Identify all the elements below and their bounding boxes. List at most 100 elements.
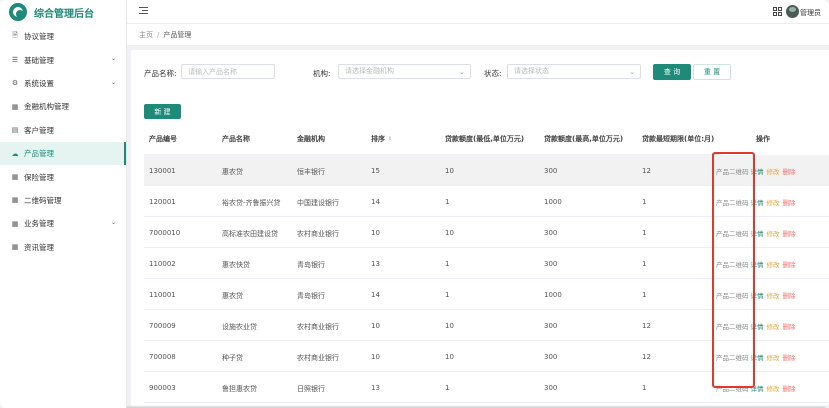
table-cell-min: 10	[445, 353, 454, 361]
delete-link[interactable]: 删除	[783, 385, 796, 393]
search-button[interactable]: 查 询	[653, 64, 691, 80]
sidebar-item[interactable]: 🗎 协议管理	[0, 25, 126, 48]
column-header: 贷款额度(最高,单位万元)	[544, 134, 623, 144]
new-product-button[interactable]: 新 建	[144, 104, 181, 119]
column-header: 贷款额度(最低,单位万元)	[445, 134, 524, 144]
briefcase-icon: ▦	[11, 219, 19, 228]
table-cell-name: 裕农贷-齐鲁振兴贷	[222, 199, 281, 207]
table-cell-min: 1	[445, 198, 450, 206]
table-cell-min: 1	[445, 260, 450, 268]
table-cell-name: 鲁担惠农贷	[222, 385, 257, 393]
filter-bar: 产品名称: 机构: 请选择金融机构 ⌄ 状态: 请选择状态 ⌄ 查 询 重 置	[131, 62, 829, 82]
table-cell-institution: 青岛银行	[297, 261, 325, 269]
avatar[interactable]	[786, 5, 799, 18]
sidebar-item-label: 二维码管理	[24, 195, 62, 205]
sidebar-item[interactable]: ▤ 客户管理	[0, 119, 126, 142]
top-header: 管理员	[127, 0, 829, 24]
status-select[interactable]: 请选择状态 ⌄	[507, 64, 641, 79]
table-cell-sort: 14	[371, 291, 380, 299]
table-cell-term: 12	[642, 353, 651, 361]
sidebar-item-label: 客户管理	[24, 125, 54, 135]
product-name-input[interactable]	[181, 64, 275, 79]
column-header-label: 贷款额度(最高,单位万元)	[544, 135, 624, 143]
column-header: 产品编号	[149, 134, 177, 144]
sidebar-item[interactable]: ☰ 基础管理 ⌄	[0, 48, 126, 71]
edit-link[interactable]: 修改	[767, 261, 780, 269]
table-cell-name: 种子贷	[222, 354, 243, 362]
delete-link[interactable]: 删除	[783, 230, 796, 238]
breadcrumb-home[interactable]: 主页	[139, 30, 153, 40]
user-name[interactable]: 管理员	[800, 8, 821, 18]
table-cell-max: 300	[544, 322, 558, 330]
column-header-label: 排序	[371, 135, 385, 143]
table-cell-min: 1	[445, 384, 450, 392]
table-cell-min: 10	[445, 229, 454, 237]
user-icon: ▤	[11, 126, 19, 135]
sidebar-item[interactable]: ▦ 金融机构管理	[0, 95, 126, 118]
sidebar-item-label: 系统设置	[24, 78, 54, 88]
table-cell-min: 1	[445, 291, 450, 299]
table-cell-max: 300	[544, 229, 558, 237]
logo: 综合管理后台	[0, 0, 126, 24]
menu-toggle-icon[interactable]	[139, 7, 148, 16]
table-cell-id: 120001	[149, 198, 176, 206]
column-header-label: 贷款额度(最低,单位万元)	[445, 135, 525, 143]
app-window: 综合管理后台 🗎 协议管理 ☰ 基础管理 ⌄ ⚙ 系统设置 ⌄ ▦ 金融机构管理 ▤ 客户管理 ☁ 产品管…	[0, 0, 829, 408]
delete-link[interactable]: 删除	[783, 261, 796, 269]
sidebar-item-label: 产品管理	[24, 149, 54, 159]
breadcrumb-current: 产品管理	[163, 30, 192, 39]
column-header: 贷款最短期限(单位:月)	[642, 134, 714, 144]
sidebar-item-label: 资讯管理	[24, 242, 54, 252]
breadcrumb-separator: /	[157, 30, 160, 39]
delete-link[interactable]: 删除	[783, 354, 796, 362]
edit-link[interactable]: 修改	[767, 292, 780, 300]
apps-grid-icon[interactable]	[773, 7, 782, 16]
status-label: 状态:	[484, 69, 502, 78]
column-header: 产品名称	[222, 134, 250, 144]
table-cell-id: 110002	[149, 260, 176, 268]
delete-link[interactable]: 删除	[783, 168, 796, 176]
table-cell-sort: 15	[371, 167, 380, 175]
breadcrumb: 主页 / 产品管理	[127, 24, 829, 46]
table-cell-sort: 10	[371, 322, 380, 330]
table-cell-institution: 农村商业银行	[297, 230, 339, 238]
news-icon: ▦	[11, 243, 19, 252]
sidebar-item[interactable]: ⚙ 系统设置 ⌄	[0, 72, 126, 95]
table-cell-term: 1	[642, 229, 647, 237]
table-cell-term: 1	[642, 198, 647, 206]
table-cell-sort: 13	[371, 260, 380, 268]
edit-link[interactable]: 修改	[767, 385, 780, 393]
institution-select[interactable]: 请选择金融机构 ⌄	[338, 64, 471, 79]
table-cell-institution: 日照银行	[297, 385, 325, 393]
edit-link[interactable]: 修改	[767, 354, 780, 362]
table-cell-name: 惠农快贷	[222, 261, 250, 269]
delete-link[interactable]: 删除	[783, 199, 796, 207]
edit-link[interactable]: 修改	[767, 323, 780, 331]
column-header-label: 金融机构	[297, 135, 325, 143]
table-cell-term: 1	[642, 291, 647, 299]
table-cell-max: 1000	[544, 198, 562, 206]
sidebar-item[interactable]: ▦ 资讯管理	[0, 236, 126, 259]
sidebar-item[interactable]: ☁ 产品管理	[0, 141, 126, 166]
edit-link[interactable]: 修改	[767, 230, 780, 238]
column-header: 操作	[756, 134, 770, 144]
edit-link[interactable]: 修改	[767, 199, 780, 207]
column-header[interactable]: 排序 ⇕	[371, 134, 392, 144]
table-cell-id: 130001	[149, 167, 176, 175]
qr-column-highlight	[712, 152, 755, 388]
table-cell-term: 12	[642, 322, 651, 330]
delete-link[interactable]: 删除	[783, 292, 796, 300]
reset-button[interactable]: 重 置	[693, 64, 731, 80]
table-cell-institution: 农村商业银行	[297, 354, 339, 362]
sidebar-item[interactable]: ▦ 保险管理	[0, 165, 126, 188]
table-cell-sort: 10	[371, 229, 380, 237]
sidebar-item[interactable]: ▦ 二维码管理	[0, 189, 126, 212]
edit-link[interactable]: 修改	[767, 168, 780, 176]
chevron-down-icon: ⌄	[629, 68, 635, 76]
delete-link[interactable]: 删除	[783, 323, 796, 331]
table-cell-max: 300	[544, 353, 558, 361]
chevron-down-icon: ⌄	[459, 68, 465, 76]
sidebar-item[interactable]: ▦ 业务管理 ⌄	[0, 212, 126, 235]
sort-icon[interactable]: ⇕	[388, 136, 392, 142]
table-cell-institution: 青岛银行	[297, 292, 325, 300]
